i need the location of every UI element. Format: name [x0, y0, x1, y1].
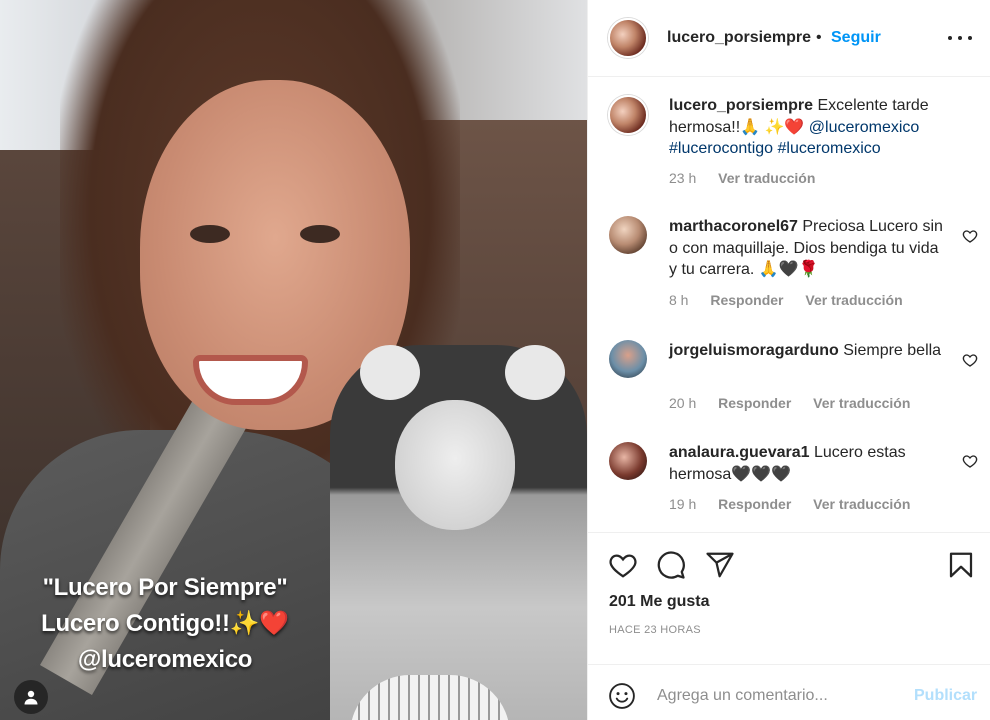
post-timestamp[interactable]: HACE 23 HORAS [609, 624, 701, 636]
caption-username[interactable]: lucero_porsiempre [669, 97, 813, 114]
comment-username[interactable]: marthacoronel67 [669, 218, 798, 235]
comments-list[interactable]: lucero_porsiempre Excelente tarde hermos… [588, 77, 990, 532]
comment-body: analaura.guevara1 Lucero estas hermosa🖤🖤… [669, 442, 949, 485]
header-separator: • [816, 29, 822, 46]
comment-username[interactable]: jorgeluismoragarduno [669, 342, 839, 359]
reply-button[interactable]: Responder [710, 292, 783, 308]
commenter-avatar[interactable] [609, 442, 647, 480]
caption-time[interactable]: 23 h [669, 170, 696, 186]
add-comment-bar: Publicar [588, 664, 990, 720]
publish-button[interactable]: Publicar [914, 687, 977, 705]
child-hair-bun-left [360, 345, 420, 400]
translate-button[interactable]: Ver traducción [813, 496, 910, 512]
comment-text: Siempre bella [838, 342, 942, 359]
author-username[interactable]: lucero_porsiempre [667, 29, 811, 47]
likes-count[interactable]: 201 Me gusta [609, 593, 709, 611]
comment-meta: 8 h Responder Ver traducción [669, 292, 921, 308]
tagged-user-button[interactable] [14, 680, 48, 714]
comment-meta: 20 h Responder Ver traducción [669, 395, 928, 411]
comment-time[interactable]: 19 h [669, 496, 696, 512]
caption-body: lucero_porsiempre Excelente tarde hermos… [669, 95, 949, 160]
reply-button[interactable]: Responder [718, 496, 791, 512]
comment-body: marthacoronel67 Preciosa Lucero sin o co… [669, 216, 949, 281]
comment-input[interactable] [657, 680, 907, 712]
overlay-text-line3: @luceromexico [77, 646, 253, 673]
share-icon[interactable] [705, 550, 735, 580]
post-header: lucero_porsiempre • Seguir [588, 0, 990, 77]
woman-eye-right [300, 225, 340, 243]
like-comment-heart-icon[interactable] [962, 352, 978, 368]
caption-meta: 23 h Ver traducción [669, 170, 833, 186]
comment-username[interactable]: analaura.guevara1 [669, 444, 810, 461]
commenter-avatar[interactable] [609, 340, 647, 378]
reply-button[interactable]: Responder [718, 395, 791, 411]
commenter-avatar[interactable] [609, 216, 647, 254]
comment-body: jorgeluismoragarduno Siempre bella [669, 340, 949, 362]
more-options-icon[interactable] [948, 28, 972, 48]
author-avatar[interactable] [608, 18, 648, 58]
translate-button[interactable]: Ver traducción [813, 395, 910, 411]
caption-translate-button[interactable]: Ver traducción [718, 170, 815, 186]
post-photo[interactable]: "Lucero Por Siempre" Lucero Contigo!!✨❤️… [0, 0, 587, 720]
emoji-icon[interactable] [608, 682, 636, 710]
heart-icon[interactable] [608, 550, 638, 580]
comment-icon[interactable] [656, 550, 686, 580]
follow-button[interactable]: Seguir [831, 29, 881, 47]
overlay-text-line2: Lucero Contigo!!✨❤️ [41, 610, 289, 637]
bookmark-icon[interactable] [946, 550, 976, 580]
like-comment-heart-icon[interactable] [962, 453, 978, 469]
translate-button[interactable]: Ver traducción [805, 292, 902, 308]
user-icon [24, 690, 38, 705]
comment-meta: 19 h Responder Ver traducción [669, 496, 928, 512]
overlay-text-line1: "Lucero Por Siempre" [42, 574, 288, 601]
comment-time[interactable]: 20 h [669, 395, 696, 411]
post-side-panel: lucero_porsiempre • Seguir lucero_porsie… [587, 0, 990, 720]
like-comment-heart-icon[interactable] [962, 228, 978, 244]
child-hair-bun-right [505, 345, 565, 400]
comment-time[interactable]: 8 h [669, 292, 688, 308]
woman-eye-left [190, 225, 230, 243]
child-face [395, 400, 515, 530]
post-actions: 201 Me gusta HACE 23 HORAS [588, 532, 990, 662]
caption-avatar[interactable] [608, 95, 648, 135]
